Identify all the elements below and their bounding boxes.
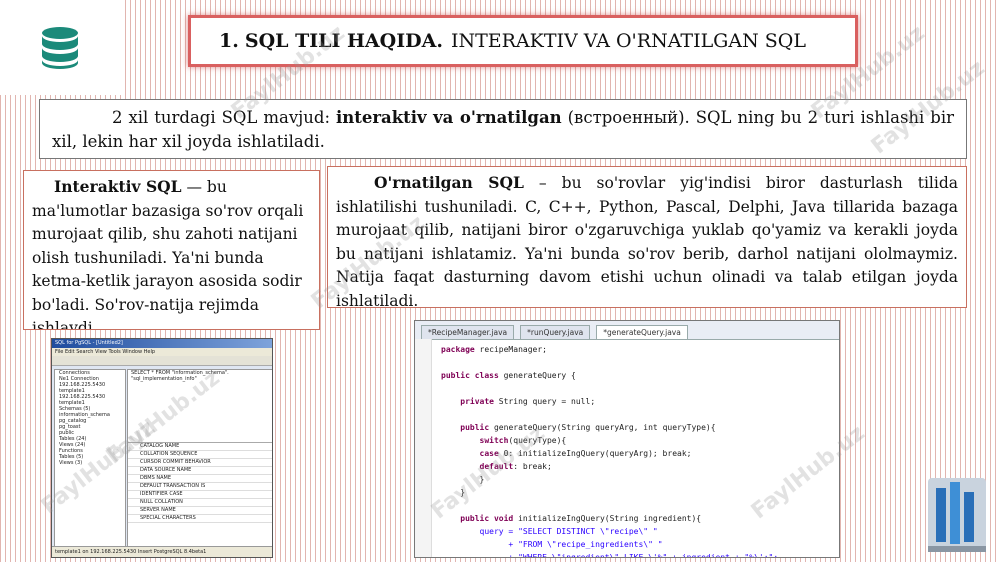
toolbar: [52, 356, 272, 366]
code-line: query = "SELECT DISTINCT \"recipe\" ": [441, 527, 658, 536]
query-panel: SELECT * FROM "information_schema". "sql…: [127, 369, 272, 547]
database-icon: [42, 27, 78, 69]
grid-row: DBMS NAME: [128, 475, 272, 483]
grid-row: IDENTIFIER CASE: [128, 491, 272, 499]
code-line: }: [441, 488, 466, 497]
code-line: default: break;: [441, 462, 552, 471]
editor-gutter: [415, 339, 432, 557]
window-title: SQL for PgSQL - [Untitled2]: [52, 339, 272, 348]
logo-area: [0, 0, 125, 95]
code-line: public generateQuery(String queryArg, in…: [441, 423, 716, 432]
grid-row: NULL COLLATION: [128, 499, 272, 507]
status-bar: template1 on 192.168.225.5430 Insert Pos…: [52, 546, 272, 557]
editor-tab[interactable]: *runQuery.java: [520, 325, 591, 339]
database-stack-illustration: [928, 478, 986, 552]
editor-tab[interactable]: *generateQuery.java: [596, 325, 688, 339]
editor-tabs: *RecipeManager.java *runQuery.java *genera…: [415, 321, 839, 340]
interactive-lead: Interaktiv SQL: [54, 177, 182, 196]
grid-row: SPECIAL CHARACTERS: [128, 515, 272, 523]
code-line: + "WHERE \"ingredient\" LIKE \'%" + ingr…: [441, 553, 779, 558]
grid-row: CURSOR COMMIT BEHAVIOR: [128, 459, 272, 467]
code-line: public void initializeIngQuery(String in…: [441, 514, 702, 523]
code-line: public class generateQuery {: [441, 371, 576, 380]
code-line: switch(queryType){: [441, 436, 567, 445]
code-line: case 0: initializeIngQuery(queryArg); br…: [441, 449, 692, 458]
editor-tab[interactable]: *RecipeManager.java: [421, 325, 515, 339]
grid-row: CATALOG NAME: [128, 443, 272, 451]
code-line: }: [441, 475, 485, 484]
tree-item[interactable]: Views (3): [55, 460, 125, 466]
code-area: package recipeManager; public class gener…: [441, 343, 779, 558]
title-number: 1.: [219, 30, 239, 52]
grid-row: SERVER NAME: [128, 507, 272, 515]
grid-row: DATA SOURCE NAME: [128, 467, 272, 475]
result-grid: CATALOG NAME COLLATION SEQUENCE CURSOR COM…: [128, 443, 272, 523]
embedded-sql-box: O'rnatilgan SQL – bu so'rovlar yig'indis…: [327, 166, 967, 310]
code-line: package recipeManager;: [441, 345, 547, 354]
java-editor-screenshot: *RecipeManager.java *runQuery.java *genera…: [414, 320, 840, 558]
sql-client-screenshot: SQL for PgSQL - [Untitled2] File Edit Se…: [51, 338, 273, 558]
grid-row: DEFAULT TRANSACTION IS: [128, 483, 272, 491]
grid-row: COLLATION SEQUENCE: [128, 451, 272, 459]
intro-paragraph: 2 xil turdagi SQL mavjud: interaktiv va …: [39, 99, 967, 159]
interactive-sql-box: Interaktiv SQL — bu ma'lumotlar bazasiga…: [23, 170, 320, 330]
embedded-text: – bu so'rovlar yig'indisi biror dasturla…: [336, 174, 959, 310]
title-bold: SQL TILI HAQIDA.: [244, 30, 443, 52]
embedded-lead: O'rnatilgan SQL: [374, 173, 524, 192]
title-rest: INTERAKTIV VA O'RNATILGAN SQL: [450, 30, 806, 52]
connections-tree: Connections Ne1 Connection 192.168.225.543…: [54, 369, 126, 547]
slide-title: 1. SQL TILI HAQIDA. INTERAKTIV VA O'RNAT…: [188, 15, 858, 67]
code-line: private String query = null;: [441, 397, 596, 406]
menu-bar: File Edit Search View Tools Window Help: [52, 348, 272, 356]
interactive-text: — bu ma'lumotlar bazasiga so'rov orqali …: [32, 178, 304, 330]
code-line: + "FROM \"recipe_ingredients\" ": [441, 540, 663, 549]
